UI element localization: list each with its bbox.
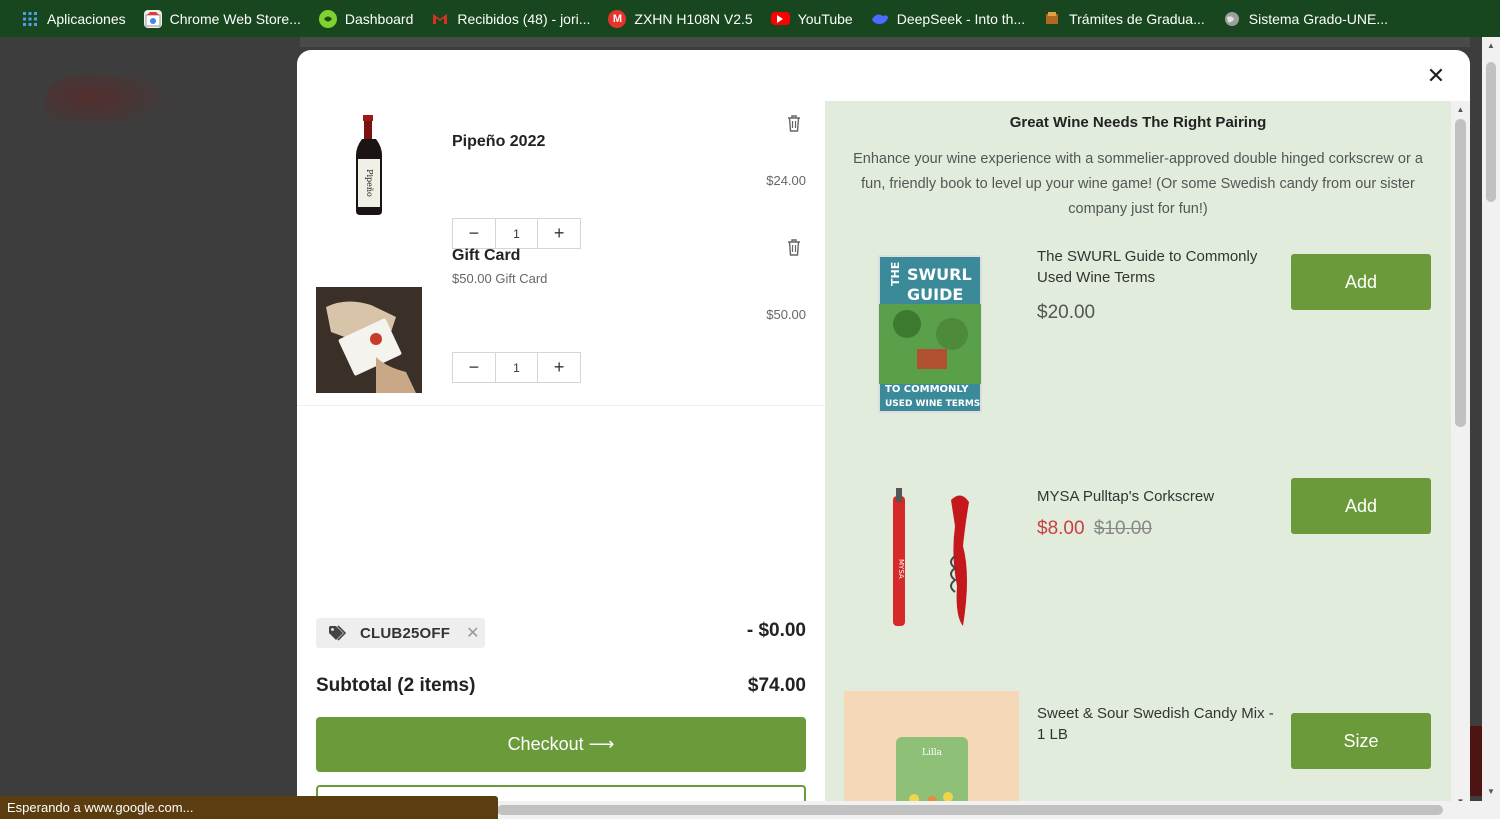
upsell-scrollbar-thumb[interactable] [1455, 119, 1466, 427]
horizontal-scrollbar[interactable] [497, 801, 1482, 819]
corkscrew-image: MYSA [885, 486, 985, 636]
remove-coupon-icon[interactable]: ✕ [466, 623, 480, 643]
upsell-product: THE SWURL GUIDE TO COMMONLY USED WINE TE… [825, 246, 1451, 426]
cart-modal: ✕ Pipeño Pipeño 2022 − 1 + $24.00 Gift C… [297, 50, 1470, 810]
bookmark-label: Recibidos (48) - jori... [457, 10, 591, 27]
bookmarks-bar: Aplicaciones Chrome Web Store... Dashboa… [0, 0, 1500, 37]
apps-grid-icon [21, 10, 39, 28]
corkscrew-brand-text: MYSA [897, 559, 905, 579]
bookmark-label: Dashboard [344, 10, 414, 27]
bookmark-label: Trámites de Gradua... [1069, 10, 1205, 27]
bookmark-dashboard[interactable]: Dashboard [310, 0, 423, 37]
status-bubble: Esperando a www.google.com... [0, 796, 498, 819]
product-name[interactable]: Sweet & Sour Swedish Candy Mix - 1 LB [1037, 703, 1277, 745]
gift-card-image [316, 287, 422, 393]
coupon-code: CLUB25OFF [360, 624, 451, 642]
bookmark-deepseek[interactable]: DeepSeek - Into th... [862, 0, 1034, 37]
product-original-price: $10.00 [1093, 518, 1152, 539]
cart-item: Gift Card $50.00 Gift Card − 1 + $50.00 [297, 231, 825, 405]
subtotal-label: Subtotal (2 items) [316, 675, 476, 696]
candy-bag-text: Lilla [922, 748, 943, 758]
bookmark-youtube[interactable]: YouTube [762, 0, 862, 37]
book-cover-word: GUIDE [907, 285, 963, 304]
cart-item-price: $24.00 [766, 173, 806, 188]
globe-icon [1223, 10, 1241, 28]
backdrop-strip [300, 37, 1470, 47]
close-icon[interactable]: ✕ [1424, 64, 1448, 88]
scroll-up-arrow-icon[interactable]: ▲ [1486, 41, 1496, 51]
trash-icon[interactable] [786, 114, 802, 132]
product-name[interactable]: MYSA Pulltap's Corkscrew [1037, 486, 1277, 507]
chrome-web-store-icon [143, 9, 162, 28]
bookmark-tramites[interactable]: Trámites de Gradua... [1034, 0, 1214, 37]
bookmark-chrome-web-store[interactable]: Chrome Web Store... [135, 0, 310, 37]
bookmark-label: YouTube [797, 10, 853, 27]
bookmark-router[interactable]: M ZXHN H108N V2.5 [599, 0, 761, 37]
page-scrollbar-thumb[interactable] [1486, 62, 1496, 202]
book-cover-word: SWURL [907, 265, 972, 284]
deepseek-icon [871, 10, 889, 28]
bookmark-gmail[interactable]: Recibidos (48) - jori... [422, 0, 599, 37]
subtotal-value: $74.00 [747, 675, 806, 696]
coupon-chip: CLUB25OFF ✕ [316, 618, 485, 648]
book-cover-word: USED WINE TERMS [885, 399, 980, 409]
product-name[interactable]: The SWURL Guide to Commonly Used Wine Te… [1037, 246, 1277, 288]
checkout-button[interactable]: Checkout ⟶ [316, 717, 806, 772]
page-scrollbar[interactable]: ▲ ▼ [1482, 37, 1500, 819]
youtube-icon [770, 12, 790, 25]
cart-divider [297, 405, 825, 406]
bookmark-sistema-grado[interactable]: Sistema Grado-UNE... [1214, 0, 1397, 37]
add-button[interactable]: Add [1291, 478, 1431, 534]
horizontal-scrollbar-thumb[interactable] [497, 805, 1443, 815]
upsell-product: MYSA MYSA Pulltap's Corkscrew $8.00 $10.… [825, 478, 1451, 636]
cart-item-subtitle: $50.00 Gift Card [452, 271, 548, 286]
upsell-title: Great Wine Needs The Right Pairing [1009, 114, 1267, 131]
product-price: $20.00 [1037, 302, 1095, 324]
bookmark-label: ZXHN H108N V2.5 [634, 10, 753, 27]
cart-item: Pipeño Pipeño 2022 − 1 + $24.00 [297, 101, 825, 249]
qty-value[interactable]: 1 [494, 353, 539, 382]
bookmark-aplicaciones[interactable]: Aplicaciones [12, 0, 135, 37]
book-image: THE SWURL GUIDE TO COMMONLY USED WINE TE… [877, 254, 983, 414]
site-logo [45, 75, 175, 130]
router-icon: M [608, 9, 627, 28]
book-cover-word: TO COMMONLY [885, 384, 969, 395]
cart-item-price: $50.00 [766, 307, 806, 322]
wine-bottle-image: Pipeño [316, 111, 422, 217]
tramites-icon [1043, 10, 1061, 28]
upsell-panel: Great Wine Needs The Right Pairing Enhan… [825, 101, 1451, 810]
scroll-down-arrow-icon[interactable]: ▼ [1486, 787, 1496, 797]
book-cover-word: THE [889, 262, 902, 286]
bookmark-label: Aplicaciones [47, 10, 126, 27]
dashboard-icon [318, 9, 337, 28]
upsell-description: Enhance your wine experience with a somm… [853, 151, 1423, 217]
trash-icon[interactable] [786, 238, 802, 256]
cart-panel: Pipeño Pipeño 2022 − 1 + $24.00 Gift Car… [297, 101, 825, 810]
add-button[interactable]: Add [1291, 254, 1431, 310]
candy-image: Lilla [844, 691, 1019, 810]
bookmark-label: Chrome Web Store... [169, 10, 301, 27]
qty-plus-button[interactable]: + [538, 353, 580, 382]
scroll-up-arrow-icon[interactable]: ▲ [1456, 105, 1465, 114]
quantity-stepper: − 1 + [452, 352, 581, 383]
upsell-scrollbar[interactable]: ▲ ▼ [1451, 101, 1470, 810]
discount-amount: - $0.00 [746, 620, 806, 641]
tag-icon [328, 625, 350, 641]
product-sale-price: $8.00 [1037, 518, 1085, 539]
qty-minus-button[interactable]: − [453, 353, 495, 382]
gmail-icon [431, 10, 449, 28]
product-price: $8.00 $10.00 [1037, 518, 1152, 540]
size-button[interactable]: Size [1291, 713, 1431, 769]
bookmark-label: Sistema Grado-UNE... [1248, 10, 1389, 27]
wine-label-text: Pipeño [365, 169, 374, 197]
cart-item-title[interactable]: Pipeño 2022 [452, 133, 545, 151]
product-regular-price: $20.00 [1037, 302, 1096, 323]
upsell-product: Lilla Sweet & Sour Swedish Candy Mix - 1… [825, 689, 1451, 810]
backdrop-accent [1470, 726, 1482, 796]
bookmark-label: DeepSeek - Into th... [896, 10, 1026, 27]
cart-item-title[interactable]: Gift Card [452, 247, 520, 265]
